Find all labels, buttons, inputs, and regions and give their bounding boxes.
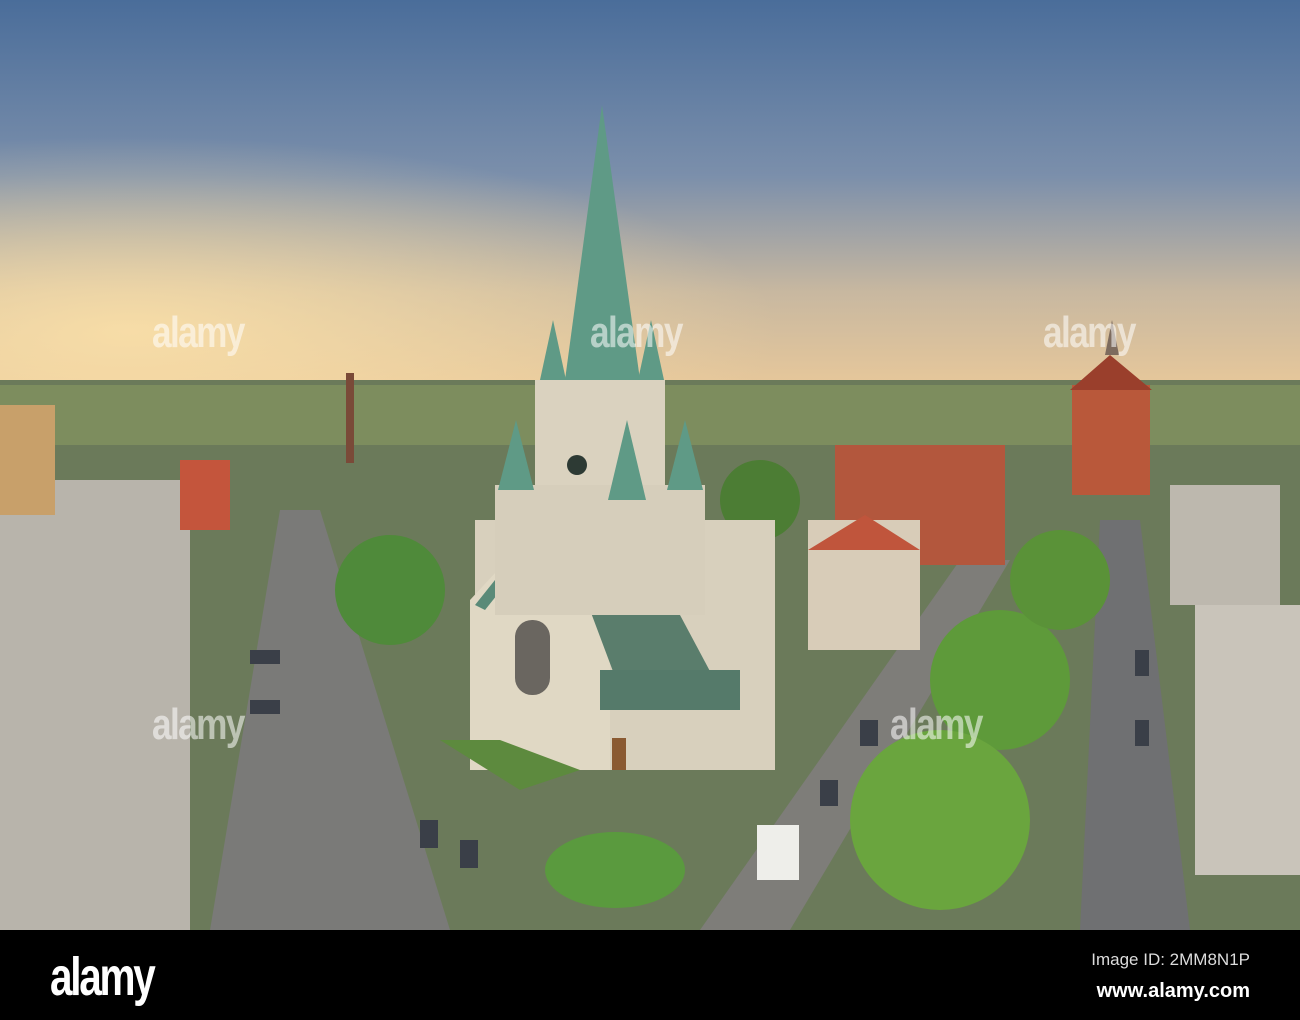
watermark-center: alamy [590,308,683,357]
aerial-photo-church [0,0,1300,930]
alamy-logo: alamy [50,947,156,1007]
clock [567,455,587,475]
footer-bar: alamy Image ID: 2MM8N1P www.alamy.com [0,930,1300,1020]
watermark-bottom-right: alamy [890,700,983,749]
watermark-bottom-left: alamy [152,700,245,749]
building-right [1195,605,1300,875]
roundabout-lawn [545,832,685,908]
website-link[interactable]: www.alamy.com [1097,980,1250,1003]
image-id: Image ID: 2MM8N1P [1091,950,1250,969]
water-tower [1072,385,1150,495]
watermark-left: alamy [152,308,245,357]
watermark-right: alamy [1043,308,1136,357]
